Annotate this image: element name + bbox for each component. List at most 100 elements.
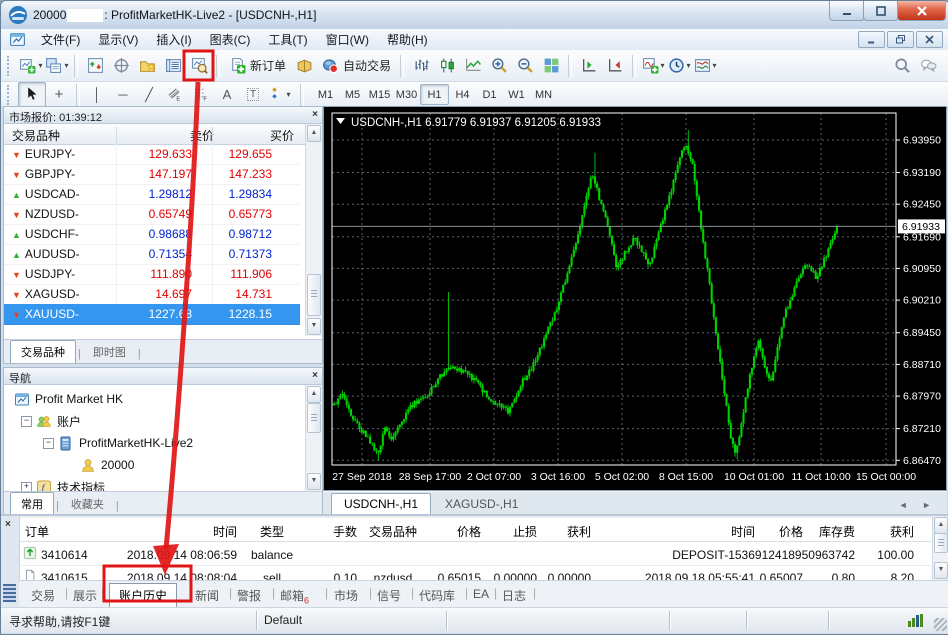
new-chart-button[interactable]: ▾ xyxy=(18,54,44,77)
timeframe-m15-button[interactable]: M15 xyxy=(366,85,393,104)
terminal-tab-7[interactable]: 信号 xyxy=(377,587,401,604)
scroll-down-button[interactable]: ▼ xyxy=(307,473,321,490)
chart-tab-scroll-arrows[interactable]: ◄ ► xyxy=(899,500,947,514)
mdi-minimize-button[interactable] xyxy=(858,31,885,48)
chart-shift-button[interactable] xyxy=(576,54,602,77)
market-watch-toggle-button[interactable] xyxy=(82,54,108,77)
status-profile[interactable]: Default xyxy=(264,613,302,627)
mdi-restore-button[interactable] xyxy=(887,31,914,48)
zoom-out-button[interactable] xyxy=(512,54,538,77)
menu-item-3[interactable]: 图表(C) xyxy=(201,29,260,50)
terminal-tab-6[interactable]: 市场 xyxy=(334,587,358,604)
market-watch-row-usdjpy[interactable]: ▼USDJPY-111.890111.906 xyxy=(4,264,300,285)
market-watch-row-audusd[interactable]: ▲AUDUSD-0.713540.71373 xyxy=(4,244,300,265)
navigator-scrollbar[interactable]: ▲▼ xyxy=(305,385,322,491)
crosshair-tool[interactable]: + xyxy=(46,83,72,106)
collapse-icon[interactable]: − xyxy=(21,416,32,427)
column-bid-label[interactable]: 卖价 xyxy=(190,127,214,144)
timeframe-d1-button[interactable]: D1 xyxy=(476,85,503,104)
timeframe-w1-button[interactable]: W1 xyxy=(503,85,530,104)
zoom-in-button[interactable] xyxy=(486,54,512,77)
timeframe-m1-button[interactable]: M1 xyxy=(312,85,339,104)
market-watch-close-icon[interactable]: × xyxy=(312,109,318,120)
search-button[interactable] xyxy=(889,54,915,77)
terminal-column-0[interactable]: 订单 xyxy=(25,523,117,540)
autotrading-button[interactable]: 自动交易 xyxy=(317,54,396,77)
line-chart-mode-button[interactable] xyxy=(460,54,486,77)
new-order-button[interactable]: 新订单 xyxy=(224,54,291,77)
market-watch-row-usdchf[interactable]: ▲USDCHF-0.986880.98712 xyxy=(4,224,300,245)
mdi-close-button[interactable] xyxy=(916,31,943,48)
timeframe-m5-button[interactable]: M5 xyxy=(339,85,366,104)
resize-grip[interactable] xyxy=(934,618,947,631)
terminal-column-r2[interactable]: 库存费 xyxy=(807,523,855,540)
terminal-tab-0[interactable]: 交易 xyxy=(31,587,55,604)
terminal-scrollbar[interactable]: ▲▼ xyxy=(932,516,948,580)
market-watch-tab-0[interactable]: 交易品种 xyxy=(10,340,76,363)
price-chart[interactable]: 6.939506.931906.924506.916906.909506.902… xyxy=(324,107,946,490)
terminal-tab-2[interactable]: 账户历史 xyxy=(109,583,177,607)
terminal-row-1[interactable]: 34106152018.09.14 08:08:04sell0.10nzdusd… xyxy=(1,517,948,518)
column-ask-label[interactable]: 买价 xyxy=(270,127,294,144)
chart-tab-1[interactable]: XAGUSD-,H1 xyxy=(433,494,530,514)
candlestick-mode-button[interactable] xyxy=(434,54,460,77)
trendline-tool[interactable]: ╱ xyxy=(136,83,162,106)
profiles-button[interactable]: ▾ xyxy=(44,54,70,77)
market-watch-row-nzdusd[interactable]: ▼NZDUSD-0.657490.65773 xyxy=(4,204,300,225)
timeframe-h4-button[interactable]: H4 xyxy=(449,85,476,104)
terminal-column-r0[interactable]: 时间 xyxy=(595,523,755,540)
timeframe-h1-button[interactable]: H1 xyxy=(420,84,449,105)
terminal-column-3[interactable]: 手数 xyxy=(305,523,357,540)
terminal-toggle-button[interactable] xyxy=(160,54,186,77)
terminal-close-icon[interactable]: × xyxy=(5,519,11,530)
market-watch-scrollbar[interactable]: ▲▼ xyxy=(305,124,322,336)
navigator-item-3[interactable]: 20000 xyxy=(80,455,207,475)
text-tool[interactable]: A xyxy=(214,83,240,106)
terminal-tab-8[interactable]: 代码库 xyxy=(419,587,455,604)
menu-item-1[interactable]: 显示(V) xyxy=(89,29,147,50)
navigator-item-0[interactable]: Profit Market HK xyxy=(14,389,123,409)
terminal-tab-10[interactable]: 日志 xyxy=(502,587,526,604)
scroll-up-button[interactable]: ▲ xyxy=(307,125,321,142)
terminal-column-5[interactable]: 价格 xyxy=(429,523,481,540)
chart-tab-0[interactable]: USDCNH-,H1 xyxy=(331,493,431,514)
menu-item-5[interactable]: 窗口(W) xyxy=(317,29,378,50)
scroll-thumb[interactable] xyxy=(934,533,948,553)
terminal-column-4[interactable]: 交易品种 xyxy=(361,523,425,540)
arrows-tool[interactable]: ▾ xyxy=(266,83,292,106)
equidistant-channel-tool[interactable]: E xyxy=(162,83,188,106)
fibonacci-tool[interactable]: F xyxy=(188,83,214,106)
periods-button[interactable]: ▾ xyxy=(666,54,692,77)
market-watch-row-xauusd[interactable]: ▼XAUUSD-1227.681228.15 xyxy=(4,304,300,325)
market-watch-tab-1[interactable]: 即时图 xyxy=(83,341,136,363)
terminal-column-1[interactable]: 时间 xyxy=(119,523,237,540)
navigator-tab-1[interactable]: 收藏夹 xyxy=(61,493,114,515)
terminal-column-7[interactable]: 获利 xyxy=(541,523,591,540)
scroll-down-button[interactable]: ▼ xyxy=(307,318,321,335)
maximize-button[interactable] xyxy=(863,1,899,21)
auto-scroll-button[interactable] xyxy=(602,54,628,77)
data-window-button[interactable] xyxy=(108,54,134,77)
text-label-tool[interactable]: T xyxy=(240,83,266,106)
terminal-tab-4[interactable]: 警报 xyxy=(237,587,261,604)
terminal-tab-9[interactable]: EA xyxy=(473,587,489,601)
scroll-thumb[interactable] xyxy=(307,403,321,433)
terminal-column-2[interactable]: 类型 xyxy=(243,523,301,540)
navigator-tab-0[interactable]: 常用 xyxy=(10,492,54,515)
market-watch-row-usdcad[interactable]: ▲USDCAD-1.298121.29834 xyxy=(4,184,300,205)
bar-chart-mode-button[interactable] xyxy=(408,54,434,77)
menu-item-2[interactable]: 插入(I) xyxy=(147,29,200,50)
community-button[interactable] xyxy=(915,54,941,77)
column-symbol-label[interactable]: 交易品种 xyxy=(12,127,60,144)
cursor-tool[interactable] xyxy=(18,82,46,107)
timeframe-m30-button[interactable]: M30 xyxy=(393,85,420,104)
vertical-line-tool[interactable]: │ xyxy=(84,83,110,106)
indicators-button[interactable]: ▾ xyxy=(640,54,666,77)
navigator-item-1[interactable]: 账户 xyxy=(36,411,81,431)
terminal-column-r1[interactable]: 价格 xyxy=(759,523,803,540)
menu-item-4[interactable]: 工具(T) xyxy=(259,29,316,50)
terminal-column-r3[interactable]: 获利 xyxy=(859,523,914,540)
terminal-tab-3[interactable]: 新闻 xyxy=(195,587,219,604)
strategy-tester-button[interactable] xyxy=(186,54,212,77)
templates-button[interactable]: ▾ xyxy=(692,54,718,77)
